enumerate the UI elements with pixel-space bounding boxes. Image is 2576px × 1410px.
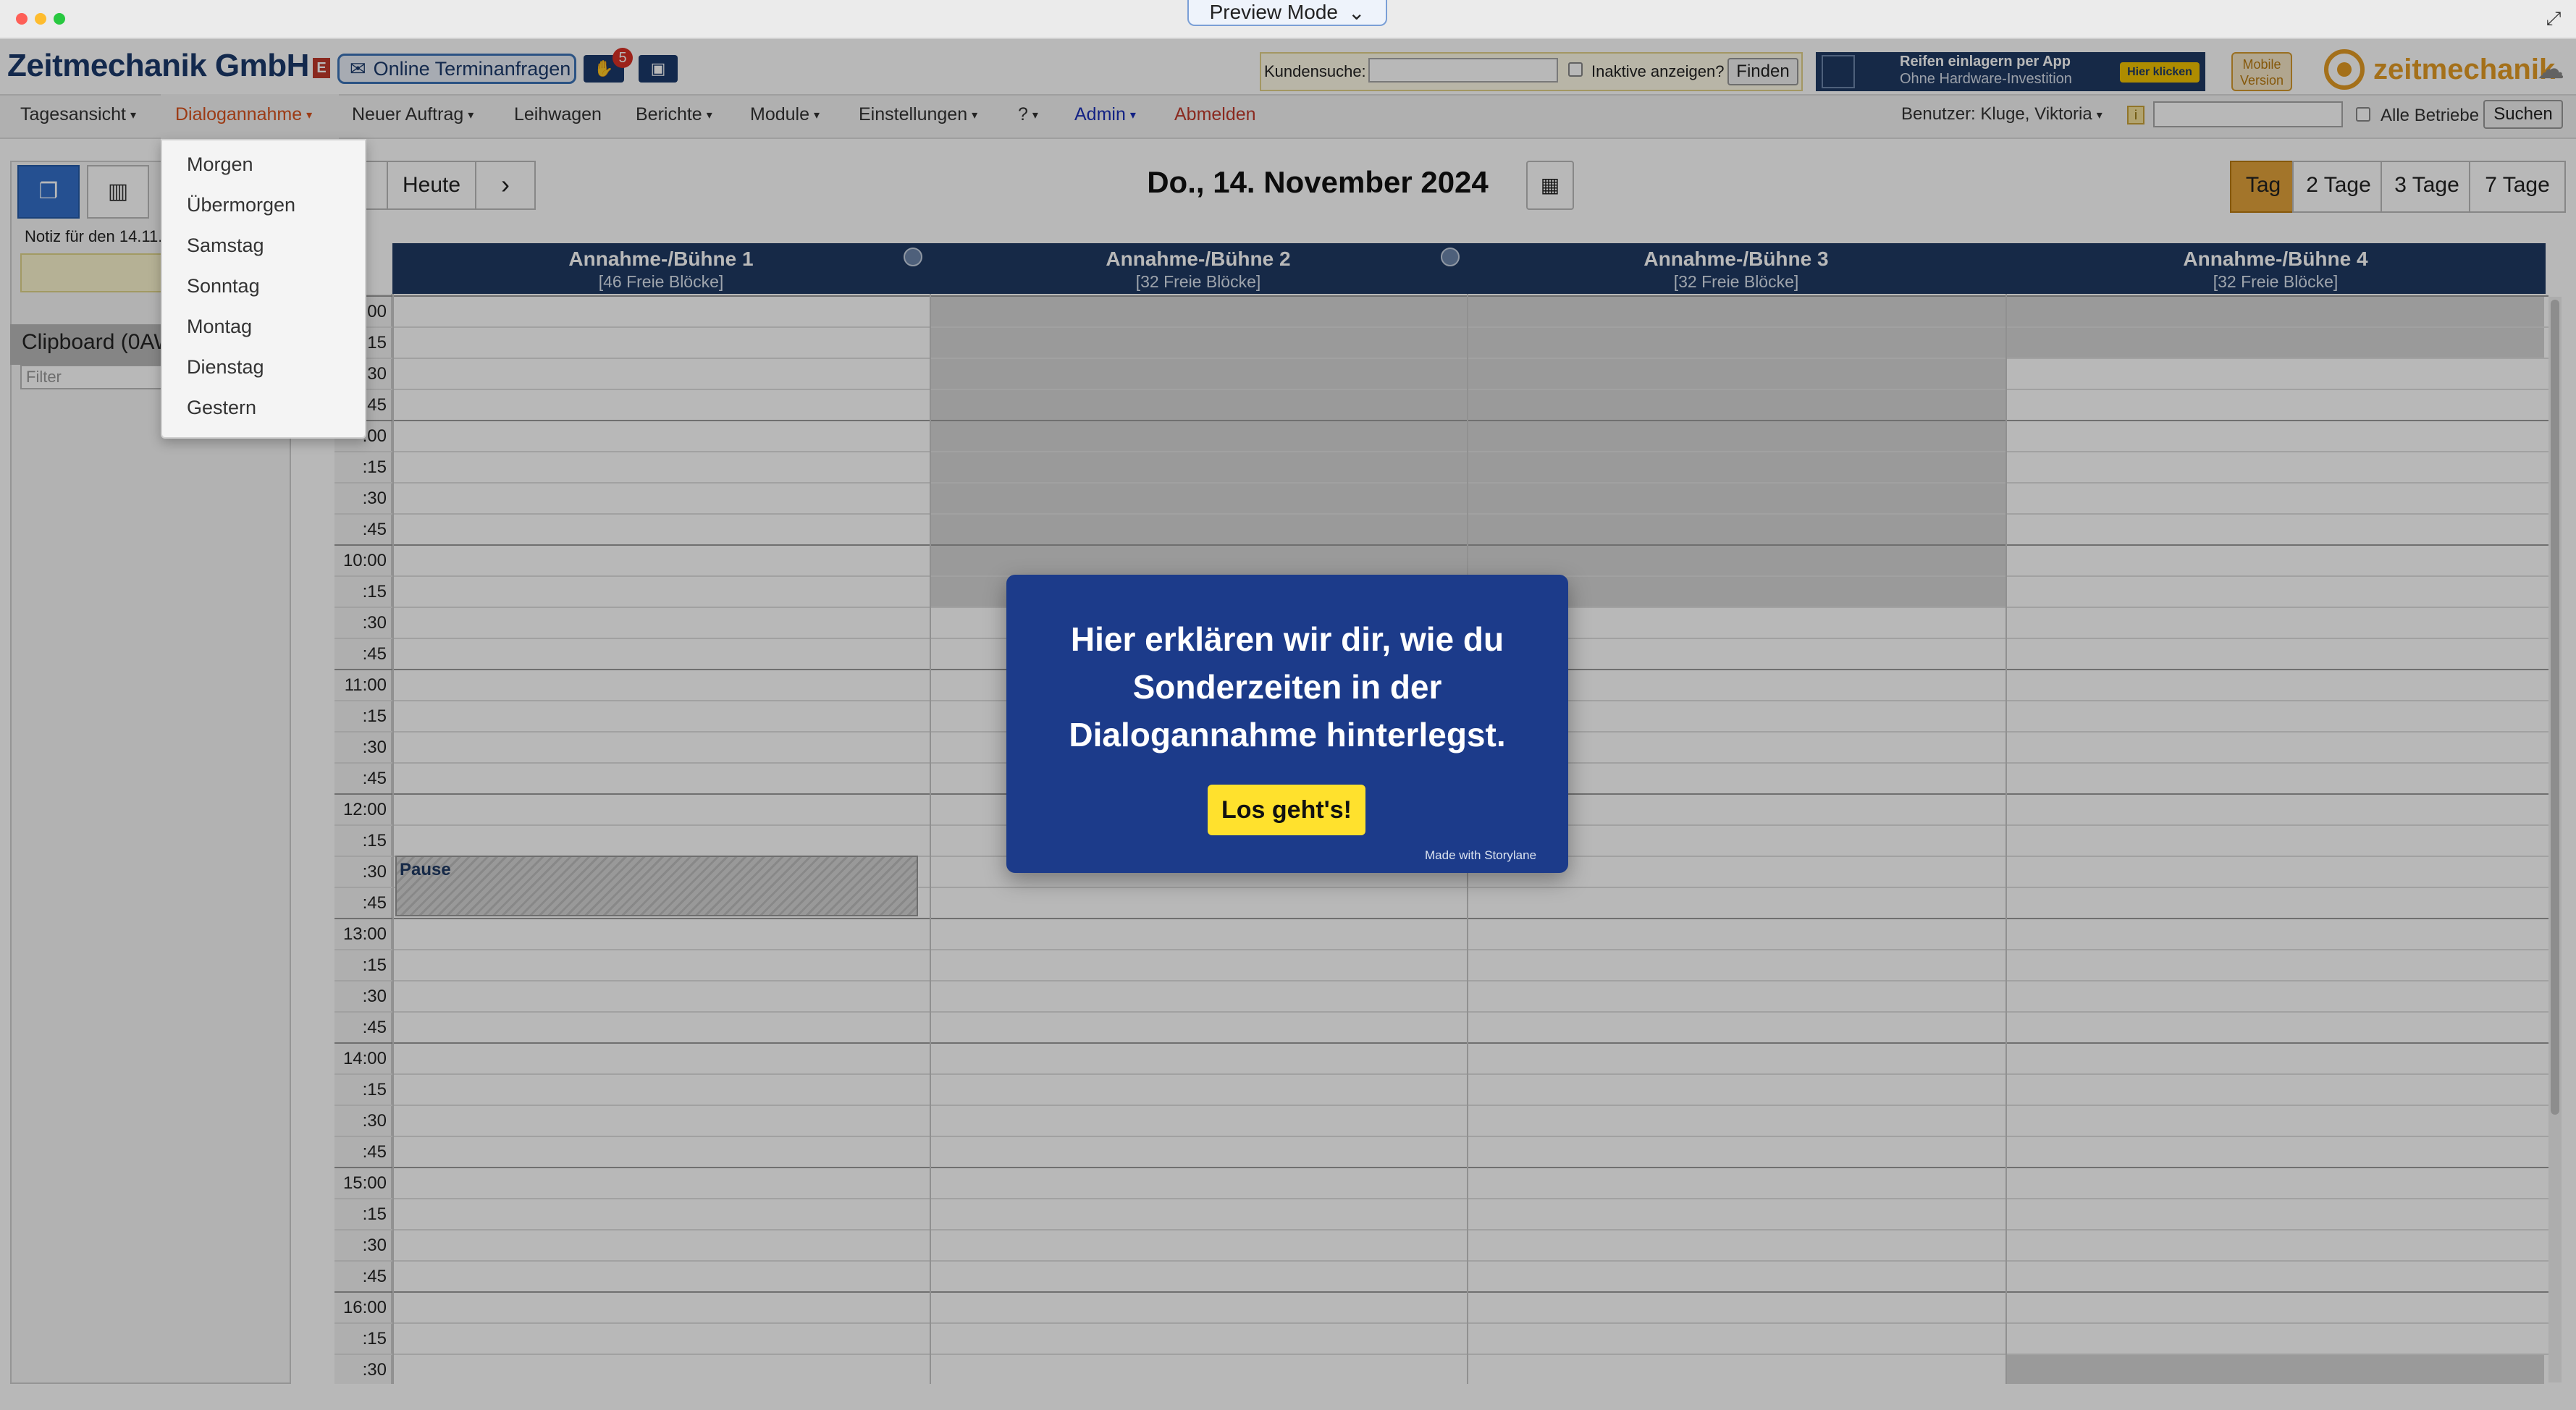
maximize-window-icon[interactable] xyxy=(54,13,65,25)
dropdown-item-uebermorgen[interactable]: Übermorgen xyxy=(187,194,295,216)
chevron-down-icon: ⌄ xyxy=(1347,1,1365,24)
start-tour-button[interactable]: Los geht's! xyxy=(1208,785,1365,835)
fullscreen-icon[interactable]: ⤢ xyxy=(2544,9,2563,28)
dropdown-item-morgen[interactable]: Morgen xyxy=(187,153,253,176)
dropdown-item-dienstag[interactable]: Dienstag xyxy=(187,356,264,379)
close-window-icon[interactable] xyxy=(16,13,28,25)
minimize-window-icon[interactable] xyxy=(35,13,46,25)
preview-mode-label: Preview Mode xyxy=(1209,1,1338,23)
storylane-credit[interactable]: Made with Storylane xyxy=(1425,848,1536,863)
tour-modal-text: Hier erklären wir dir, wie du Sonderzeit… xyxy=(1069,620,1506,753)
preview-mode-button[interactable]: Preview Mode ⌄ xyxy=(1187,0,1387,26)
dropdown-item-montag[interactable]: Montag xyxy=(187,316,252,338)
dropdown-item-samstag[interactable]: Samstag xyxy=(187,235,264,257)
dropdown-item-gestern[interactable]: Gestern xyxy=(187,397,256,419)
dropdown-item-sonntag[interactable]: Sonntag xyxy=(187,275,260,297)
